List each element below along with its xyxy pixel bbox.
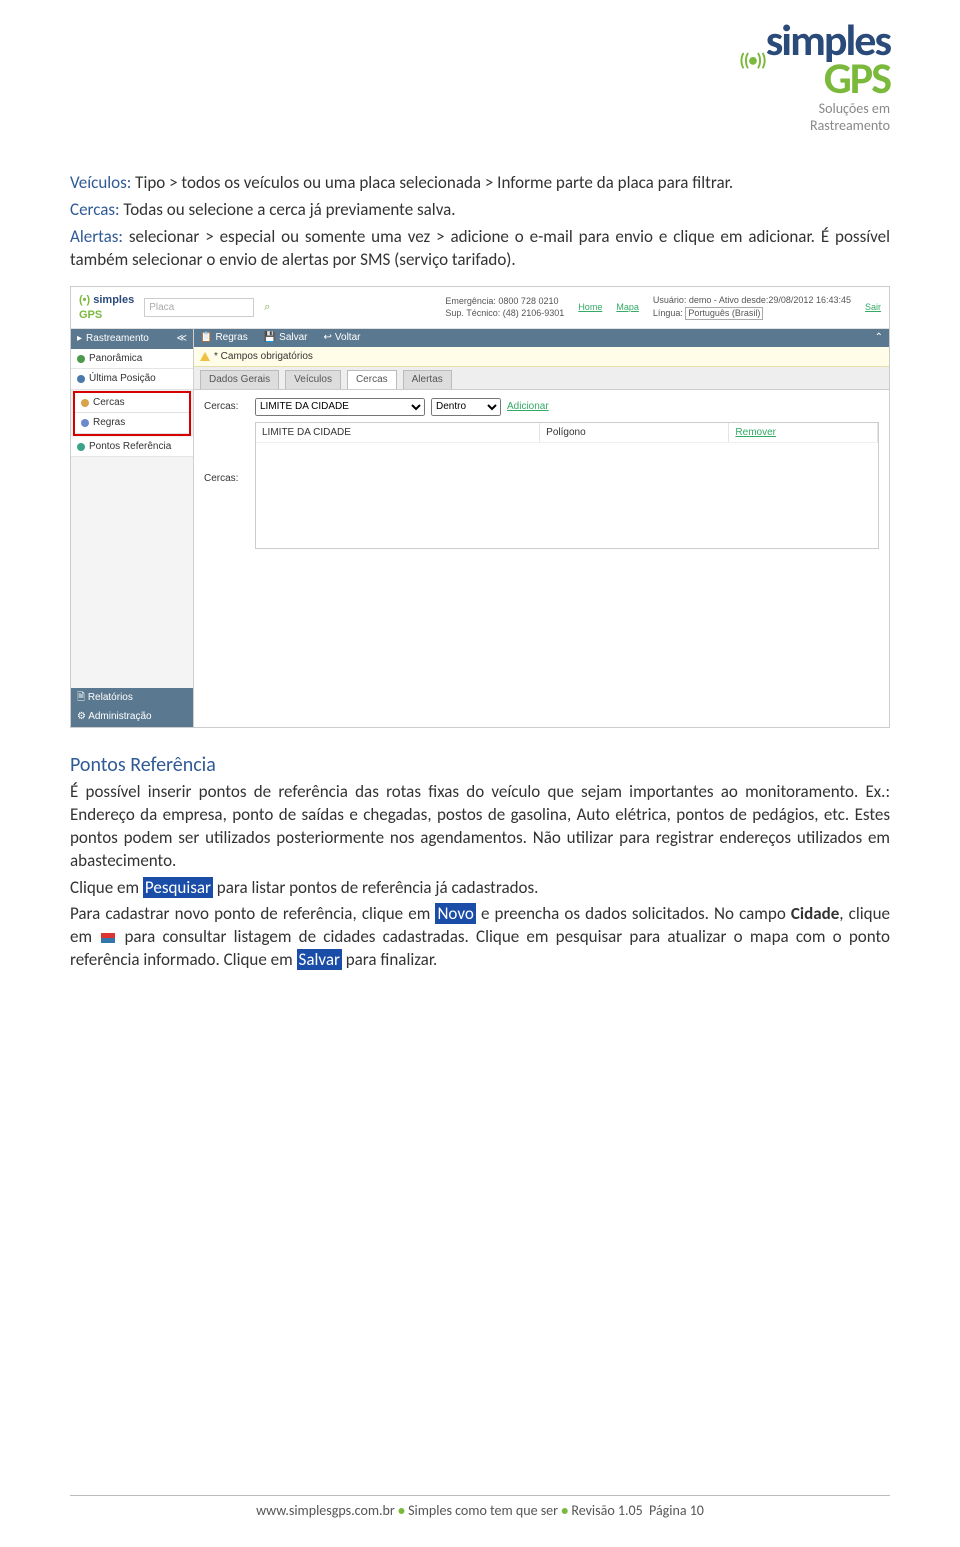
sidebar-item-ultima-posicao[interactable]: Última Posição xyxy=(71,369,193,390)
logo-tagline: Soluções emRastreamento xyxy=(739,100,890,134)
para-alertas: Alertas: selecionar > especial ou soment… xyxy=(70,226,890,272)
cercas-list-label: Cercas: xyxy=(204,472,249,486)
adicionar-link[interactable]: Adicionar xyxy=(507,400,549,414)
language-select[interactable]: Português (Brasil) xyxy=(685,307,763,321)
cerca-select[interactable]: LIMITE DA CIDADE xyxy=(255,398,425,416)
collapse-icon[interactable]: ≪ xyxy=(177,332,187,346)
dot-icon xyxy=(77,375,85,383)
required-hint: * Campos obrigatórios xyxy=(194,347,889,368)
arrow-icon: ▸ xyxy=(77,332,82,346)
dot-icon xyxy=(77,355,85,363)
sidebar-item-regras[interactable]: Regras xyxy=(75,413,189,434)
highlight-pesquisar: Pesquisar xyxy=(143,877,213,898)
brand-logo: ((•)) simples GPS Soluções emRastreament… xyxy=(739,22,890,134)
app-screenshot: (•) simplesGPS Placa ⌕ Emergência: 0800 … xyxy=(70,286,890,728)
toolbar-salvar[interactable]: 💾 Salvar xyxy=(264,331,308,345)
sidebar-item-cercas[interactable]: Cercas xyxy=(75,393,189,414)
posicao-select[interactable]: Dentro xyxy=(431,398,501,416)
sidebar-head-rastreamento[interactable]: ▸ Rastreamento ≪ xyxy=(71,329,193,349)
toolbar-voltar[interactable]: ↩ Voltar xyxy=(324,331,361,345)
label-alertas: Alertas: xyxy=(70,226,123,247)
mapa-link[interactable]: Mapa xyxy=(616,302,639,314)
tab-veiculos[interactable]: Veículos xyxy=(285,370,341,389)
placa-input[interactable]: Placa xyxy=(144,298,254,318)
report-icon: 🗎 xyxy=(77,692,85,703)
sair-link[interactable]: Sair xyxy=(865,302,881,314)
dot-icon xyxy=(81,399,89,407)
dot-icon xyxy=(77,443,85,451)
sidebar-administracao[interactable]: ⚙ Administração xyxy=(71,707,193,727)
para-veiculos: Veículos: Tipo > todos os veículos ou um… xyxy=(70,172,890,195)
home-link[interactable]: Home xyxy=(578,302,602,314)
signal-icon: ((•)) xyxy=(739,49,765,71)
list-cell-name: LIMITE DA CIDADE xyxy=(256,423,540,443)
tab-cercas[interactable]: Cercas xyxy=(347,370,397,389)
list-row: LIMITE DA CIDADE Polígono Remover xyxy=(256,423,878,444)
warning-icon xyxy=(200,352,210,361)
label-cercas: Cercas: xyxy=(70,199,120,220)
highlight-salvar: Salvar xyxy=(297,949,342,970)
toolbar-regras[interactable]: 📋 Regras xyxy=(200,331,248,345)
gear-icon: ⚙ xyxy=(77,711,86,722)
sidebar-item-pontos-referencia[interactable]: Pontos Referência xyxy=(71,437,193,458)
cercas-label: Cercas: xyxy=(204,400,249,414)
sidebar-item-panoramica[interactable]: Panorâmica xyxy=(71,349,193,370)
page-footer: www.simplesgps.com.br • Simples como tem… xyxy=(70,1495,890,1519)
heading-pontos-referencia: Pontos Referência xyxy=(70,752,890,779)
highlight-novo: Novo xyxy=(435,903,475,924)
content-toolbar: 📋 Regras 💾 Salvar ↩ Voltar ⌃ xyxy=(194,329,889,347)
collapse-icon[interactable]: ⌃ xyxy=(875,331,883,345)
user-block: Usuário: demo - Ativo desde:29/08/2012 1… xyxy=(653,295,851,320)
pontos-p1: É possível inserir pontos de referência … xyxy=(70,781,890,873)
logo-word-gps: GPS xyxy=(824,51,890,105)
list-cell-remove[interactable]: Remover xyxy=(729,423,878,443)
cercas-listbox: LIMITE DA CIDADE Polígono Remover xyxy=(255,422,879,549)
pontos-p3: Para cadastrar novo ponto de referência,… xyxy=(70,903,890,972)
list-cell-type: Polígono xyxy=(540,423,729,443)
flag-icon xyxy=(101,933,115,943)
tab-alertas[interactable]: Alertas xyxy=(403,370,452,389)
mini-logo: (•) simplesGPS xyxy=(79,293,134,323)
para-cercas: Cercas: Todas ou selecione a cerca já pr… xyxy=(70,199,890,222)
sidebar: ▸ Rastreamento ≪ Panorâmica Última Posiç… xyxy=(71,329,194,726)
pontos-p2: Clique em Pesquisar para listar pontos d… xyxy=(70,877,890,900)
search-icon[interactable]: ⌕ xyxy=(264,300,270,315)
contact-block: Emergência: 0800 728 0210 Sup. Técnico: … xyxy=(445,296,564,319)
label-veiculos: Veículos: xyxy=(70,172,131,193)
dot-icon xyxy=(81,419,89,427)
sidebar-relatorios[interactable]: 🗎 Relatórios xyxy=(71,688,193,708)
tab-dados-gerais[interactable]: Dados Gerais xyxy=(200,370,279,389)
highlighted-sidebar-group: Cercas Regras xyxy=(73,391,191,436)
